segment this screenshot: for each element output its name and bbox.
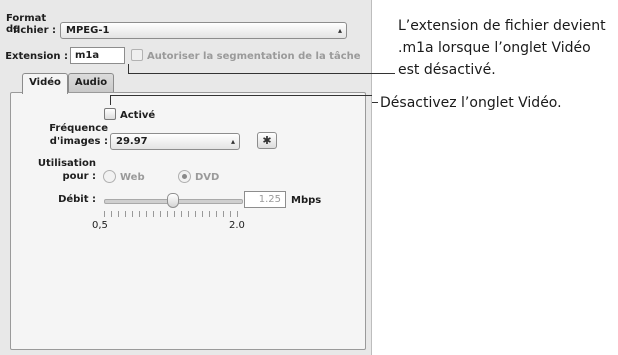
usage-option-web: Web bbox=[120, 172, 145, 183]
callout-extension-line3: est désactivé. bbox=[398, 62, 496, 78]
segmentation-label: Autoriser la segmentation de la tâche bbox=[147, 51, 361, 62]
bitrate-min-label: 0,5 bbox=[92, 220, 108, 231]
tab-video[interactable]: Vidéo bbox=[22, 73, 68, 94]
gear-icon: ✱ bbox=[262, 134, 272, 147]
callout-line-video-vertical bbox=[110, 95, 111, 105]
popup-arrows-icon: ▴ bbox=[230, 137, 235, 146]
video-enabled-checkbox[interactable] bbox=[104, 108, 116, 120]
callout-extension-line2: .m1a lorsque l’onglet Vidéo bbox=[398, 40, 591, 56]
framerate-label-line2: d'images : bbox=[49, 136, 108, 147]
callout-line-video-outer bbox=[372, 102, 378, 103]
usage-label-line1: Utilisation bbox=[37, 158, 96, 169]
popup-arrows-icon: ▴ bbox=[337, 26, 342, 35]
tab-audio[interactable]: Audio bbox=[68, 73, 114, 92]
file-format-label-line2: fichier : bbox=[12, 25, 56, 36]
callout-line-video bbox=[110, 95, 372, 96]
framerate-settings-button[interactable]: ✱ bbox=[257, 132, 277, 149]
bitrate-slider-thumb[interactable] bbox=[167, 193, 179, 208]
bitrate-unit: Mbps bbox=[291, 195, 322, 206]
settings-panel: Format du fichier : MPEG-1 ▴ Extension :… bbox=[0, 0, 372, 355]
radio-selected-dot bbox=[182, 174, 187, 179]
file-format-value: MPEG-1 bbox=[66, 25, 110, 36]
segmentation-checkbox[interactable] bbox=[131, 49, 143, 61]
file-format-popup[interactable]: MPEG-1 ▴ bbox=[60, 22, 347, 39]
usage-label-line2: pour : bbox=[62, 171, 96, 182]
extension-field[interactable]: m1a bbox=[70, 47, 125, 64]
bitrate-field[interactable]: 1.25 bbox=[244, 191, 286, 208]
framerate-value: 29.97 bbox=[116, 136, 148, 147]
video-enabled-label: Activé bbox=[120, 110, 156, 121]
bitrate-max-label: 2.0 bbox=[229, 220, 245, 231]
framerate-popup[interactable]: 29.97 ▴ bbox=[110, 133, 240, 150]
usage-option-dvd: DVD bbox=[195, 172, 220, 183]
callout-video-tab: Désactivez l’onglet Vidéo. bbox=[380, 95, 562, 111]
usage-radio-web[interactable] bbox=[103, 170, 116, 183]
callout-line-extension bbox=[128, 73, 395, 74]
framerate-label-line1: Fréquence bbox=[49, 123, 108, 134]
bitrate-label: Débit : bbox=[58, 194, 96, 205]
extension-label: Extension : bbox=[5, 51, 68, 62]
usage-radio-dvd[interactable] bbox=[178, 170, 191, 183]
file-format-label-2: fichier : bbox=[6, 25, 56, 36]
bitrate-tick-marks bbox=[104, 211, 241, 217]
callout-extension-line1: L’extension de fichier devient bbox=[398, 18, 606, 34]
